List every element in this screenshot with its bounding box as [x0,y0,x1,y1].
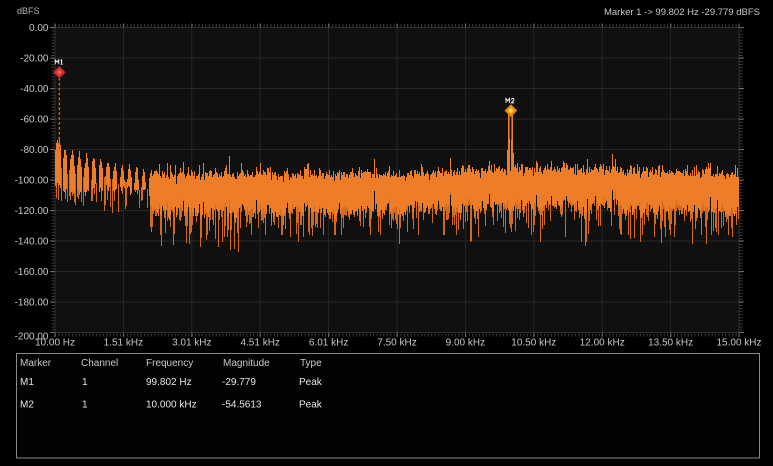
svg-text:M1: M1 [20,377,34,388]
svg-text:13.50 kHz: 13.50 kHz [648,338,693,349]
svg-text:-120.00: -120.00 [15,206,49,217]
svg-text:0.00: 0.00 [29,23,49,34]
svg-text:1: 1 [82,377,88,388]
svg-text:Peak: Peak [299,377,323,388]
svg-text:-20.00: -20.00 [20,54,49,65]
svg-text:15.00 kHz: 15.00 kHz [716,338,761,349]
svg-text:1: 1 [82,400,88,411]
svg-text:4.51 kHz: 4.51 kHz [240,338,279,349]
svg-text:10.50 kHz: 10.50 kHz [511,338,556,349]
svg-text:6.01 kHz: 6.01 kHz [309,338,348,349]
svg-text:12.00 kHz: 12.00 kHz [580,338,625,349]
svg-text:Marker: Marker [20,358,52,369]
svg-text:10.000 kHz: 10.000 kHz [146,400,197,411]
svg-text:dBFS: dBFS [17,6,40,16]
svg-text:1.51 kHz: 1.51 kHz [104,338,143,349]
svg-text:-140.00: -140.00 [15,237,49,248]
svg-text:9.00 kHz: 9.00 kHz [446,338,485,349]
svg-text:Channel: Channel [81,358,118,369]
svg-text:10.00 Hz: 10.00 Hz [35,338,75,349]
svg-text:Peak: Peak [299,400,323,411]
svg-text:M2: M2 [20,400,34,411]
svg-text:-180.00: -180.00 [15,298,49,309]
svg-text:3.01 kHz: 3.01 kHz [172,338,211,349]
svg-text:-80.00: -80.00 [20,145,49,156]
svg-text:Type: Type [300,358,322,369]
svg-text:-54.5613: -54.5613 [222,400,262,411]
svg-text:-40.00: -40.00 [20,84,49,95]
svg-text:-29.779: -29.779 [222,377,256,388]
svg-text:-160.00: -160.00 [15,267,49,278]
svg-text:Marker 1 -> 99.802 Hz -29.779: Marker 1 -> 99.802 Hz -29.779 dBFS [604,7,760,18]
svg-text:Magnitude: Magnitude [223,358,270,369]
svg-text:7.50 kHz: 7.50 kHz [377,338,416,349]
svg-text:-100.00: -100.00 [15,176,49,187]
svg-text:99.802 Hz: 99.802 Hz [146,377,192,388]
svg-text:Frequency: Frequency [146,358,193,369]
svg-text:-60.00: -60.00 [20,115,49,126]
